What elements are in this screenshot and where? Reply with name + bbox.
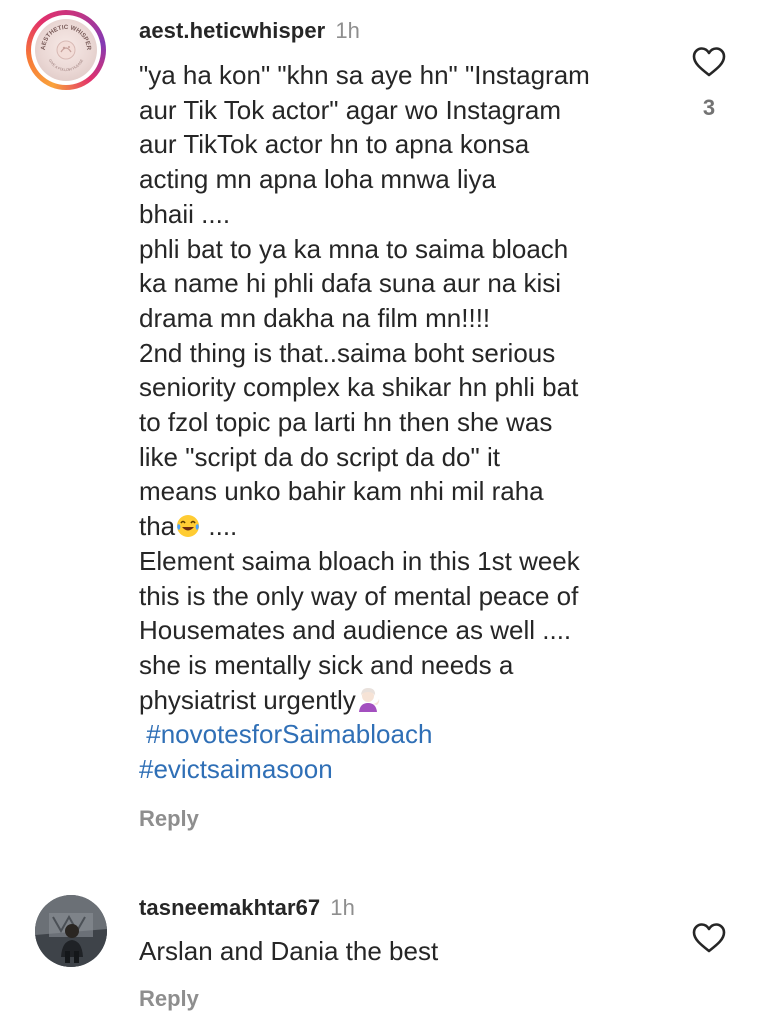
comment-line: bhaii ....: [139, 198, 231, 229]
comment-line: physiatrist urgently: [139, 684, 356, 715]
comment-line: phli bat to ya ka mna to saima bloach: [139, 233, 569, 264]
laughing-with-tears-icon: [177, 515, 200, 538]
hashtag-link[interactable]: #novotesforSaimabloach: [139, 719, 432, 749]
reply-button[interactable]: Reply: [139, 986, 199, 1012]
comment-line: this is the only way of mental peace of: [139, 580, 579, 611]
hashtag-link[interactable]: #evictsaimasoon: [139, 754, 333, 784]
comment-text: Arslan and Dania the best: [139, 936, 439, 966]
comment-line: she is mentally sick and needs a: [139, 649, 514, 680]
comment-line: means unko bahir kam nhi mil raha: [139, 476, 544, 507]
like-count: 3: [702, 95, 716, 120]
heart-outline-icon[interactable]: [692, 46, 726, 78]
comment-timestamp: 1h: [330, 895, 355, 920]
avatar[interactable]: [35, 895, 107, 967]
avatar-logo-subtext: GIVE A FOLLOW PLEASE: [48, 58, 85, 72]
heart-outline-icon[interactable]: [692, 922, 726, 954]
comment-line: seniority complex ka shikar hn phli bat: [139, 372, 579, 403]
comment-line: "ya ha kon" "khn sa aye hn" "Instagram: [139, 60, 590, 90]
comment-username-line: tasneemakhtar67 1h: [139, 895, 355, 921]
person-tipping-hand-icon: [358, 687, 380, 712]
comment-username[interactable]: tasneemakhtar67: [139, 895, 320, 920]
comment-line: like "script da do script da do" it: [139, 441, 500, 472]
avatar-photo: [35, 895, 107, 967]
comment-line: aur Tik Tok actor" agar wo Instagram: [139, 94, 562, 125]
reply-button[interactable]: Reply: [139, 806, 199, 832]
comment-username-line: aest.heticwhisper 1h: [139, 18, 360, 44]
avatar-image: AESTHETIC WHISPER GIVE A FOLLOW PLEASE: [35, 19, 97, 81]
svg-text:GIVE A FOLLOW PLEASE: GIVE A FOLLOW PLEASE: [48, 58, 85, 72]
comment-line: Element saima bloach in this 1st week: [139, 545, 580, 576]
comment-username[interactable]: aest.heticwhisper: [139, 18, 325, 43]
comment-line: to fzol topic pa larti hn then she was: [139, 407, 553, 438]
comment-text: "ya ha kon" "khn sa aye hn" "Instagram a…: [139, 58, 679, 787]
comment-line: ....: [201, 511, 238, 542]
comment-line: tha: [139, 511, 176, 542]
comment-line: acting mn apna loha mnwa liya: [139, 164, 496, 195]
avatar-logo-art: AESTHETIC WHISPER GIVE A FOLLOW PLEASE: [40, 24, 92, 72]
comment-line: 2nd thing is that..saima boht serious: [139, 337, 556, 368]
comment-timestamp: 1h: [335, 18, 360, 43]
avatar[interactable]: AESTHETIC WHISPER GIVE A FOLLOW PLEASE: [26, 10, 106, 90]
comment-line: ka name hi phli dafa suna aur na kisi: [139, 268, 562, 299]
comment-line: aur TikTok actor hn to apna konsa: [139, 129, 530, 160]
comment-line: Housemates and audience as well ....: [139, 615, 572, 646]
comment-line: drama mn dakha na film mn!!!!: [139, 302, 491, 333]
